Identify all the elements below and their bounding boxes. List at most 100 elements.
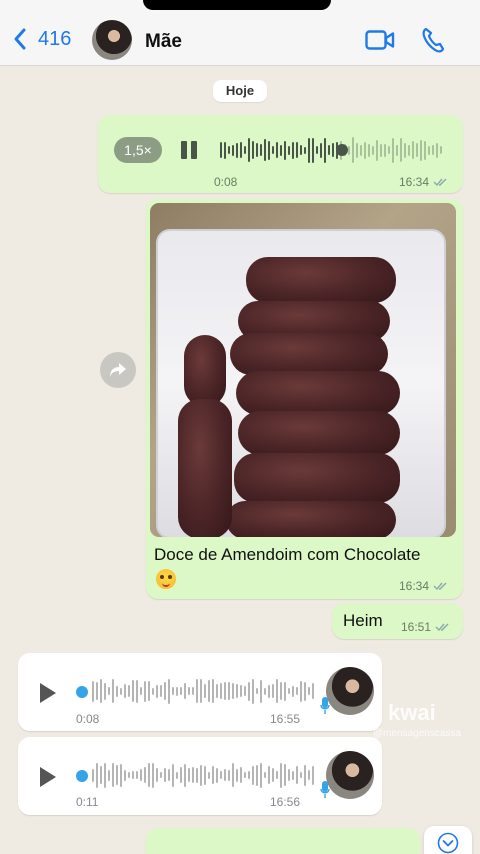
waveform-bar [116, 685, 118, 697]
waveform-bar [96, 762, 98, 788]
waveform-bar [184, 763, 186, 787]
chevron-down-icon [437, 832, 459, 854]
message-image-outgoing[interactable] [146, 828, 420, 854]
double-check-icon [433, 178, 447, 187]
waveform-bar [232, 763, 234, 787]
waveform-bar [408, 144, 410, 156]
waveform-bar [392, 137, 394, 163]
pause-icon[interactable] [180, 141, 198, 159]
waveform-bar [308, 687, 310, 695]
message-audio-incoming[interactable]: 0:08 16:55 [18, 653, 382, 731]
waveform-bar [296, 687, 298, 695]
waveform-bar [240, 685, 242, 697]
waveform-bar [416, 143, 418, 157]
waveform-bar [388, 146, 390, 154]
waveform-bar [108, 687, 110, 695]
waveform-bar [140, 769, 142, 781]
audio-waveform[interactable] [92, 761, 314, 789]
contact-name[interactable]: Mãe [145, 31, 182, 53]
contact-avatar[interactable] [92, 20, 132, 60]
waveform-bar [140, 687, 142, 695]
waveform-bar [364, 141, 366, 159]
play-icon[interactable] [40, 683, 56, 703]
waveform-bar [296, 142, 298, 158]
audio-waveform[interactable] [220, 135, 442, 165]
audio-scrubber[interactable] [76, 686, 88, 698]
audio-duration: 0:08 [76, 712, 100, 726]
waveform-bar [428, 145, 430, 155]
playback-speed-button[interactable]: 1,5× [114, 137, 162, 163]
waveform-bar [252, 765, 254, 785]
waveform-bar [284, 140, 286, 160]
message-text-outgoing[interactable]: Heim 16:51 [332, 603, 463, 639]
waveform-bar [276, 679, 278, 703]
waveform-bar [196, 679, 198, 703]
waveform-bar [152, 762, 154, 788]
waveform-bar [356, 142, 358, 158]
waveform-bar [288, 769, 290, 781]
waveform-bar [112, 763, 114, 787]
waveform-bar [384, 143, 386, 157]
waveform-bar [360, 144, 362, 156]
waveform-bar [220, 771, 222, 779]
waveform-bar [156, 684, 158, 698]
waveform-bar [296, 766, 298, 784]
video-icon[interactable] [365, 29, 395, 51]
waveform-bar [380, 143, 382, 157]
waveform-bar [324, 137, 326, 163]
waveform-bar [228, 682, 230, 700]
waveform-bar [208, 771, 210, 779]
play-icon[interactable] [40, 767, 56, 787]
phone-icon[interactable] [421, 27, 445, 53]
audio-scrubber[interactable] [336, 144, 348, 156]
waveform-bar [376, 139, 378, 161]
waveform-bar [276, 142, 278, 158]
waveform-bar [260, 762, 262, 788]
waveform-bar [240, 142, 242, 158]
chevron-left-icon [14, 28, 26, 50]
message-photo[interactable] [150, 203, 456, 537]
waveform-bar [308, 770, 310, 780]
message-audio-incoming[interactable]: 0:11 16:56 [18, 737, 382, 815]
image-caption: Doce de Amendoim com Chocolate [154, 545, 421, 564]
waveform-bar [352, 137, 354, 163]
forward-button[interactable] [100, 352, 136, 388]
waveform-bar [268, 140, 270, 160]
audio-waveform[interactable] [92, 677, 314, 705]
waveform-bar [420, 139, 422, 161]
waveform-bar [116, 765, 118, 785]
mic-icon [320, 781, 330, 798]
waveform-bar [252, 141, 254, 159]
waveform-bar [280, 762, 282, 788]
waveform-bar [404, 142, 406, 158]
waveform-bar [224, 141, 226, 159]
waveform-bar [228, 146, 230, 154]
waveform-bar [440, 146, 442, 154]
back-button[interactable]: 416 [12, 27, 71, 51]
waveform-bar [316, 146, 318, 154]
waveform-bar [240, 767, 242, 783]
waveform-bar [280, 144, 282, 156]
waveform-bar [100, 766, 102, 784]
waveform-bar [160, 685, 162, 697]
waveform-bar [292, 685, 294, 697]
watermark-brand: kwai [388, 700, 436, 725]
waveform-bar [216, 684, 218, 698]
waveform-bar [256, 764, 258, 786]
waveform-bar [368, 143, 370, 157]
photo-item [236, 371, 400, 415]
waveform-bar [200, 679, 202, 703]
waveform-bar [228, 769, 230, 781]
waveform-bar [312, 765, 314, 785]
waveform-bar [264, 772, 266, 778]
audio-duration: 0:11 [76, 795, 99, 809]
double-check-icon [435, 623, 449, 632]
waveform-bar [292, 770, 294, 780]
waveform-bar [272, 768, 274, 782]
message-audio-outgoing[interactable]: 1,5× 0:08 16:34 [98, 115, 463, 193]
audio-scrubber[interactable] [76, 770, 88, 782]
scroll-to-bottom-button[interactable] [424, 826, 472, 854]
message-image-outgoing[interactable]: Doce de Amendoim com Chocolate 16:34 [146, 199, 463, 599]
message-time: 16:55 [270, 712, 301, 726]
waveform-bar [168, 769, 170, 781]
